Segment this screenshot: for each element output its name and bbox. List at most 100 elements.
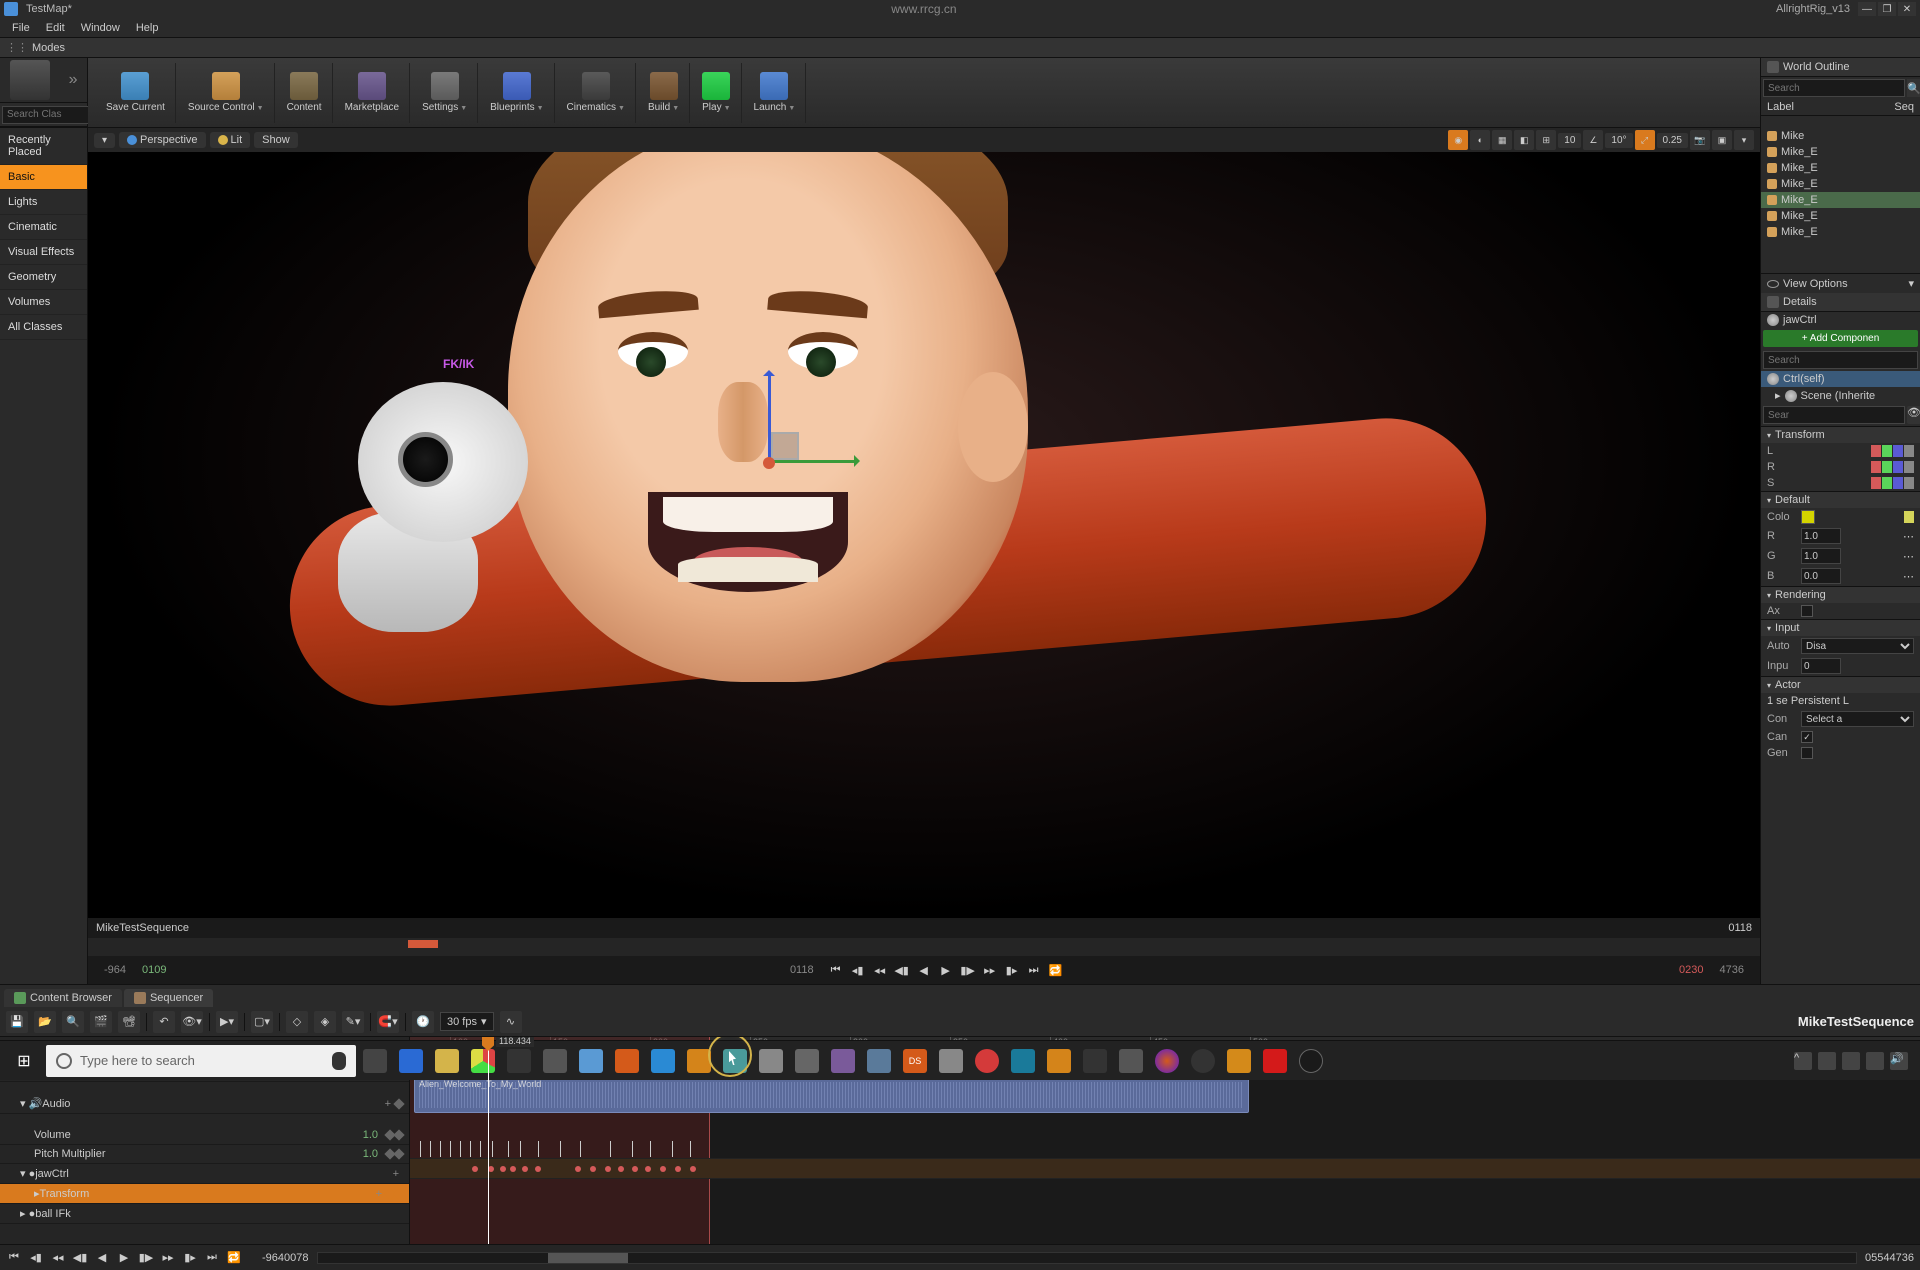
outliner-row[interactable]: Mike_E	[1761, 176, 1920, 192]
scrollbar-thumb[interactable]	[548, 1253, 628, 1263]
goto-start-icon[interactable]: ⏮	[6, 1250, 22, 1266]
menu-file[interactable]: File	[4, 20, 38, 36]
scale-snap-value[interactable]: 0.25	[1657, 133, 1688, 148]
tray-icon[interactable]	[1842, 1052, 1860, 1070]
range-in[interactable]: 0109	[142, 964, 166, 976]
input-section-header[interactable]: ▾Input	[1761, 620, 1920, 636]
category-basic[interactable]: Basic	[0, 165, 87, 190]
add-section-icon[interactable]: +	[385, 1098, 391, 1110]
tray-up-icon[interactable]: ^	[1794, 1052, 1812, 1070]
chrome-icon[interactable]	[466, 1045, 500, 1077]
details-filter-input[interactable]	[1763, 406, 1905, 424]
angle-snap-icon[interactable]: ∠	[1583, 130, 1603, 150]
outliner-row[interactable]: Mike_E	[1761, 144, 1920, 160]
search-icon[interactable]: 🔍	[62, 1011, 84, 1033]
menu-window[interactable]: Window	[73, 20, 128, 36]
gizmo-plane[interactable]	[771, 432, 799, 460]
playhead[interactable]: 118.434	[488, 1037, 489, 1244]
view-icon[interactable]: 👁▾	[181, 1011, 203, 1033]
app-icon[interactable]	[862, 1045, 896, 1077]
save-current-button[interactable]: Save Current	[96, 63, 176, 123]
app-icon[interactable]	[610, 1045, 644, 1077]
frame-back-icon[interactable]: ◀▮	[72, 1250, 88, 1266]
category-all-classes[interactable]: All Classes	[0, 315, 87, 340]
cinematics-button[interactable]: Cinematics▼	[557, 63, 636, 123]
play-reverse-icon[interactable]: ◀	[916, 962, 932, 978]
marketplace-button[interactable]: Marketplace	[335, 63, 410, 123]
loop-icon[interactable]: 🔁	[1048, 962, 1064, 978]
outliner-row[interactable]: Mike_E	[1761, 160, 1920, 176]
color-swatch[interactable]	[1801, 510, 1815, 524]
goto-end-icon[interactable]: ⏭	[1026, 962, 1042, 978]
step-back-icon[interactable]: ◂◂	[872, 962, 888, 978]
category-recently-placed[interactable]: Recently Placed	[0, 128, 87, 165]
viewport-layout-icon[interactable]: ▾	[1734, 130, 1754, 150]
step-forward-icon[interactable]: ▸▸	[160, 1250, 176, 1266]
component-scene-row[interactable]: ▸ Scene (Inherite	[1761, 387, 1920, 404]
save-icon[interactable]: 💾	[6, 1011, 28, 1033]
input-priority-input[interactable]	[1801, 658, 1841, 674]
perspective-button[interactable]: Perspective	[119, 132, 205, 148]
grid-snap-value[interactable]: 10	[1558, 133, 1581, 148]
task-view-icon[interactable]	[358, 1045, 392, 1077]
realtime-icon[interactable]: ◐	[1470, 130, 1490, 150]
add-section-icon[interactable]: +	[393, 1168, 399, 1180]
app-icon[interactable]	[1114, 1045, 1148, 1077]
menu-help[interactable]: Help	[128, 20, 167, 36]
key-options-icon[interactable]: ✎▾	[342, 1011, 364, 1033]
outliner-row[interactable]: Mike_E	[1761, 224, 1920, 240]
transform-gizmo[interactable]	[768, 382, 888, 502]
range-start[interactable]: -964	[104, 964, 126, 976]
outliner-row[interactable]: Mike_E	[1761, 208, 1920, 224]
default-section-header[interactable]: ▾Default	[1761, 492, 1920, 508]
goto-start-icon[interactable]: ⏮	[828, 962, 844, 978]
app-icon[interactable]	[1186, 1045, 1220, 1077]
details-view-icon[interactable]: 👁	[1907, 406, 1920, 424]
step-back-key-icon[interactable]: ◂▮	[850, 962, 866, 978]
gizmo-x-axis[interactable]	[768, 460, 858, 463]
rendering-section-header[interactable]: ▾Rendering	[1761, 587, 1920, 603]
grid-icon[interactable]: ⊞	[1536, 130, 1556, 150]
blueprints-button[interactable]: Blueprints▼	[480, 63, 554, 123]
play-icon[interactable]: ▶	[116, 1250, 132, 1266]
play-reverse-icon[interactable]: ◀	[94, 1250, 110, 1266]
tray-icon[interactable]	[1866, 1052, 1884, 1070]
fov-icon[interactable]: ◧	[1514, 130, 1534, 150]
maximize-button[interactable]: ❐	[1878, 2, 1896, 16]
viewport-options-button[interactable]: ▾	[94, 133, 115, 148]
seq-range-out[interactable]: 0554	[1865, 1252, 1889, 1264]
place-mode-icon[interactable]	[10, 60, 50, 100]
modes-expand-icon[interactable]: »	[69, 71, 78, 89]
goto-end-icon[interactable]: ⏭	[204, 1250, 220, 1266]
start-button[interactable]: ⊞	[4, 1045, 44, 1077]
current-frame[interactable]: 0118	[790, 964, 814, 976]
tab-content-browser[interactable]: Content Browser	[4, 989, 122, 1007]
camera-speed-icon[interactable]: 📷	[1690, 130, 1710, 150]
content-button[interactable]: Content	[277, 63, 333, 123]
play-button[interactable]: Play▼	[692, 63, 741, 123]
step-back-icon[interactable]: ◂◂	[50, 1250, 66, 1266]
outliner-row[interactable]: Mike_E	[1761, 192, 1920, 208]
audio-clip[interactable]: Alien_Welcome_To_My_World	[414, 1077, 1249, 1113]
stats-icon[interactable]: ▦	[1492, 130, 1512, 150]
edge-icon[interactable]	[394, 1045, 428, 1077]
app-icon[interactable]	[574, 1045, 608, 1077]
color-g-input[interactable]	[1801, 548, 1841, 564]
maya-icon[interactable]	[1006, 1045, 1040, 1077]
lit-button[interactable]: Lit	[210, 132, 251, 148]
menu-edit[interactable]: Edit	[38, 20, 73, 36]
step-forward-icon[interactable]: ▸▸	[982, 962, 998, 978]
can-damage-checkbox[interactable]	[1801, 731, 1813, 743]
step-forward-key-icon[interactable]: ▮▸	[1004, 962, 1020, 978]
ue4-icon[interactable]	[1294, 1045, 1328, 1077]
track-pitch[interactable]: Pitch Multiplier1.0	[0, 1145, 409, 1164]
tray-icon[interactable]	[1818, 1052, 1836, 1070]
step-back-key-icon[interactable]: ◂▮	[28, 1250, 44, 1266]
step-forward-key-icon[interactable]: ▮▸	[182, 1250, 198, 1266]
game-view-icon[interactable]: ◉	[1448, 130, 1468, 150]
add-key-icon[interactable]: +	[376, 1188, 382, 1200]
viewport[interactable]: FK/IK	[88, 152, 1760, 918]
outliner-col-seq[interactable]: Seq	[1894, 101, 1914, 113]
component-self-row[interactable]: Ctrl(self)	[1761, 371, 1920, 387]
fkak-label[interactable]: FK/IK	[443, 357, 474, 371]
